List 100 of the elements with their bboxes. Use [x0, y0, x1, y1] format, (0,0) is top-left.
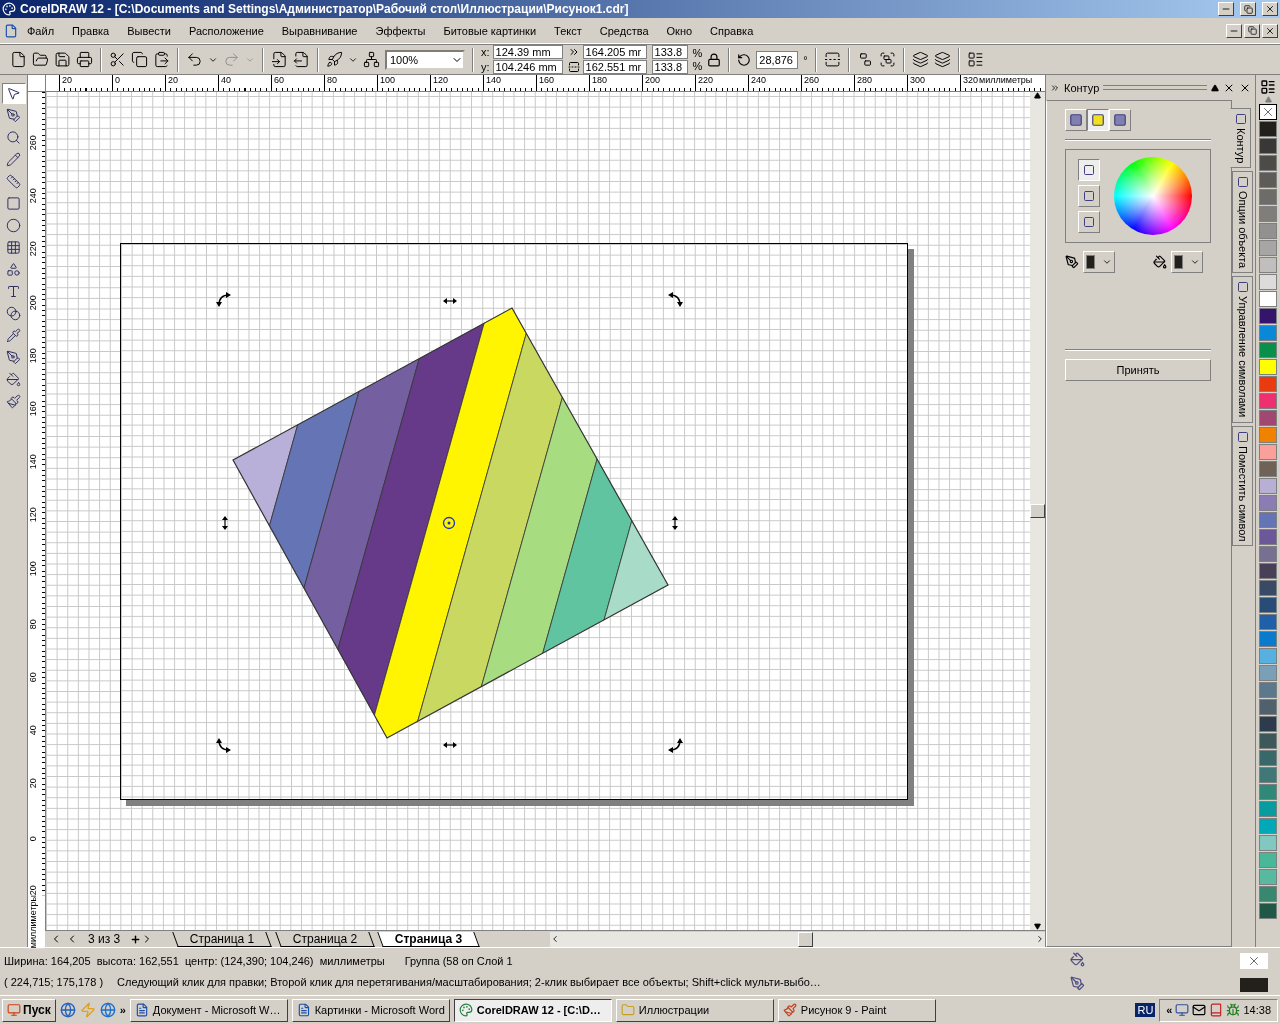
menu-item[interactable]: Окно — [657, 24, 702, 37]
scroll-thumb[interactable] — [798, 931, 813, 947]
color-swatch[interactable] — [1259, 206, 1277, 222]
book-icon[interactable] — [1209, 1003, 1224, 1017]
color-swatch[interactable] — [1259, 767, 1277, 783]
taskbar-button[interactable]: Иллюстрации — [615, 998, 774, 1022]
color-swatch[interactable] — [1259, 835, 1277, 851]
zoom-dropdown[interactable]: 100% — [385, 49, 465, 70]
taskbar-button[interactable]: Рисунок 9 - Paint — [777, 998, 936, 1022]
close-button[interactable] — [1262, 23, 1278, 38]
docker-tab[interactable]: Управление символами — [1232, 276, 1254, 423]
mode-button[interactable] — [1087, 109, 1109, 131]
menu-item[interactable]: Справка — [701, 24, 763, 37]
color-swatch[interactable] — [1259, 631, 1277, 647]
restore-button[interactable] — [1244, 23, 1260, 38]
expand-icon[interactable] — [1050, 82, 1060, 93]
color-swatch[interactable] — [1259, 597, 1277, 613]
rotate-handle-icon[interactable] — [216, 292, 231, 307]
menu-item[interactable]: Правка — [63, 24, 119, 37]
angle-field[interactable]: 28,876 — [756, 50, 799, 69]
printer-icon[interactable] — [76, 51, 93, 68]
menu-item[interactable]: Вывести — [118, 24, 180, 37]
outline-color-dropdown[interactable] — [1083, 251, 1115, 273]
save-icon[interactable] — [54, 51, 71, 68]
rotate-handle-icon[interactable] — [216, 738, 231, 753]
scale-x-field[interactable]: 133.8 — [651, 45, 688, 59]
menu-item[interactable]: Текст — [545, 24, 591, 37]
docker-tab[interactable]: Контур — [1230, 108, 1252, 169]
no-color-swatch[interactable] — [1259, 104, 1277, 120]
menu-item[interactable]: Битовые картинки — [434, 24, 546, 37]
color-swatch[interactable] — [1259, 495, 1277, 511]
minimize-button[interactable] — [1226, 23, 1242, 38]
color-swatch[interactable] — [1259, 172, 1277, 188]
color-swatch[interactable] — [1259, 648, 1277, 664]
color-model-button[interactable] — [1078, 159, 1100, 181]
color-swatch[interactable] — [1259, 461, 1277, 477]
scroll-thumb[interactable] — [1030, 504, 1045, 518]
undo-icon[interactable] — [186, 51, 203, 68]
color-swatch[interactable] — [1259, 699, 1277, 715]
color-swatch[interactable] — [1259, 529, 1277, 545]
color-swatch[interactable] — [1259, 478, 1277, 494]
page-tab[interactable]: Страница 3 — [377, 931, 481, 947]
bug-icon[interactable] — [1226, 1003, 1241, 1017]
skew-handle-icon[interactable] — [443, 298, 457, 304]
import-icon[interactable] — [271, 51, 288, 68]
close-button[interactable] — [1262, 2, 1278, 16]
skew-handle-icon[interactable] — [443, 742, 457, 748]
color-swatch[interactable] — [1259, 308, 1277, 324]
layers-icon[interactable] — [911, 51, 929, 68]
color-swatch[interactable] — [1259, 852, 1277, 868]
copy-icon[interactable] — [131, 51, 148, 68]
docker-tab[interactable]: Поместить символ — [1232, 425, 1254, 547]
x-field[interactable]: 124.39 mm — [492, 45, 563, 59]
globe-icon[interactable] — [59, 1002, 76, 1018]
width-field[interactable]: 164.205 mr — [582, 45, 647, 59]
center-marker-icon[interactable] — [442, 516, 456, 530]
color-swatch[interactable] — [1259, 580, 1277, 596]
color-swatch[interactable] — [1259, 257, 1277, 273]
color-swatch[interactable] — [1259, 410, 1277, 426]
horizontal-scrollbar[interactable] — [550, 931, 1045, 947]
color-swatch[interactable] — [1259, 818, 1277, 834]
minimize-button[interactable] — [1218, 2, 1234, 16]
color-swatch[interactable] — [1259, 155, 1277, 171]
color-swatch[interactable] — [1259, 903, 1277, 919]
color-swatch[interactable] — [1259, 733, 1277, 749]
color-swatch[interactable] — [1259, 682, 1277, 698]
rotate-handle-icon[interactable] — [668, 738, 683, 753]
color-swatch[interactable] — [1259, 750, 1277, 766]
color-swatch[interactable] — [1259, 359, 1277, 375]
color-swatch[interactable] — [1259, 869, 1277, 885]
layers-icon[interactable] — [933, 51, 951, 68]
scale-y-field[interactable]: 133.8 — [651, 60, 688, 74]
color-swatch[interactable] — [1259, 274, 1277, 290]
rocket-icon[interactable] — [326, 51, 343, 68]
skew-handle-icon[interactable] — [672, 516, 678, 530]
taskbar-button[interactable]: CorelDRAW 12 - [C:\D… — [453, 998, 612, 1022]
paste-icon[interactable] — [153, 51, 170, 68]
color-swatch[interactable] — [1259, 784, 1277, 800]
color-swatch[interactable] — [1259, 121, 1277, 137]
fill-color-dropdown[interactable] — [1171, 251, 1203, 273]
color-swatch[interactable] — [1259, 189, 1277, 205]
color-swatch[interactable] — [1259, 240, 1277, 256]
tool-button[interactable] — [1, 83, 26, 104]
palette-menu-icon[interactable] — [1260, 79, 1276, 95]
page-tab[interactable]: Страница 2 — [274, 931, 375, 947]
export-icon[interactable] — [293, 51, 310, 68]
restore-button[interactable] — [1240, 2, 1256, 16]
group-icon[interactable] — [878, 51, 896, 68]
color-swatch[interactable] — [1259, 886, 1277, 902]
color-swatch[interactable] — [1259, 444, 1277, 460]
color-swatch[interactable] — [1259, 376, 1277, 392]
y-field[interactable]: 104.246 mm — [492, 60, 563, 74]
start-button[interactable]: Пуск — [2, 998, 56, 1022]
language-indicator[interactable]: RU — [1135, 1003, 1156, 1017]
scissors-icon[interactable] — [109, 51, 126, 68]
more-icon[interactable]: » — [119, 1004, 126, 1016]
new-document-icon[interactable] — [10, 51, 27, 68]
vertical-scrollbar[interactable] — [1030, 92, 1045, 930]
scroll-up-icon[interactable] — [1264, 96, 1272, 103]
browser-icon[interactable] — [99, 1002, 116, 1018]
